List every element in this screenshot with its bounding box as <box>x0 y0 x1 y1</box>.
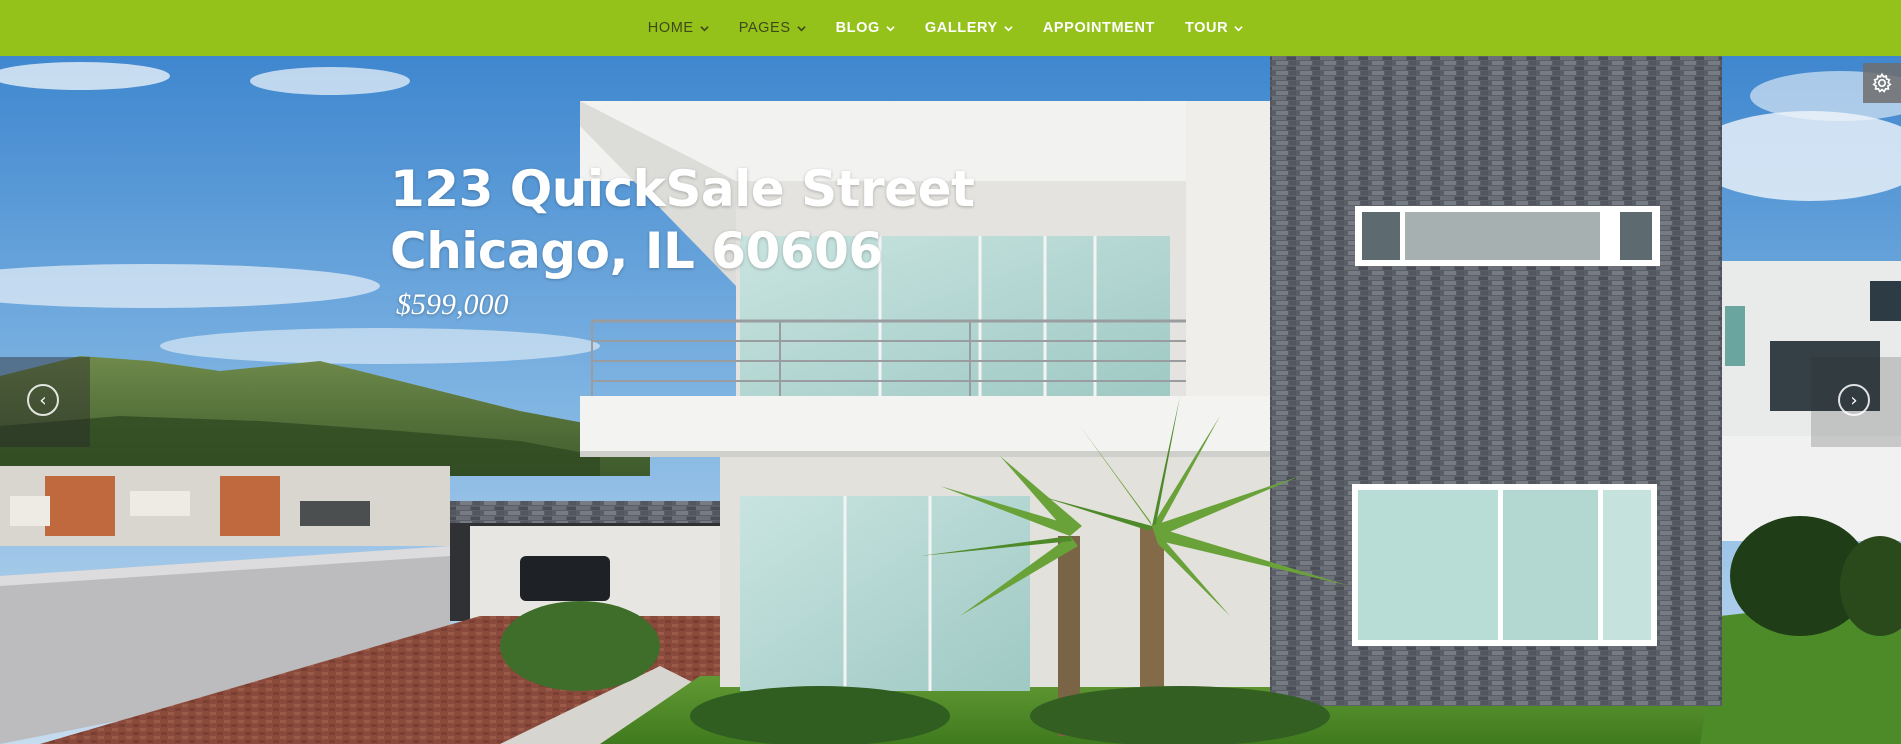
gear-icon <box>1872 72 1892 93</box>
property-price: $599,000 <box>396 288 509 321</box>
nav-item-gallery[interactable]: GALLERY <box>910 0 1028 56</box>
nav-item-pages[interactable]: PAGES <box>724 0 821 56</box>
nav-item-label: PAGES <box>738 20 791 36</box>
nav-item-label: GALLERY <box>924 20 998 36</box>
property-address: 123 QuickSale Street Chicago, IL 60606 <box>390 158 975 282</box>
nav-item-label: HOME <box>647 20 694 36</box>
top-navigation-bar: HOME PAGES BLOG GALLERY APPOINTMENT TOUR <box>0 0 1901 56</box>
nav-item-home[interactable]: HOME <box>633 0 724 56</box>
slider-prev-button[interactable]: ‹ <box>0 357 90 447</box>
slider-next-button[interactable]: › <box>1811 357 1901 447</box>
address-line-2: Chicago, IL 60606 <box>390 222 883 280</box>
chevron-down-icon <box>1004 24 1013 33</box>
chevron-down-icon <box>1234 24 1243 33</box>
chevron-left-icon: ‹ <box>27 384 59 416</box>
chevron-down-icon <box>886 24 895 33</box>
settings-button[interactable] <box>1863 63 1901 103</box>
nav-item-tour[interactable]: TOUR <box>1170 0 1258 56</box>
nav-item-label: TOUR <box>1184 20 1229 36</box>
nav-item-appointment[interactable]: APPOINTMENT <box>1028 0 1170 56</box>
nav-item-label: APPOINTMENT <box>1042 20 1155 36</box>
address-line-1: 123 QuickSale Street <box>390 160 975 218</box>
hero-slider: 123 QuickSale Street Chicago, IL 60606 $… <box>0 56 1901 744</box>
nav-menu: HOME PAGES BLOG GALLERY APPOINTMENT TOUR <box>633 0 1258 56</box>
nav-item-label: BLOG <box>835 20 880 36</box>
chevron-down-icon <box>700 24 709 33</box>
chevron-down-icon <box>796 24 806 33</box>
chevron-right-icon: › <box>1838 384 1870 416</box>
nav-item-blog[interactable]: BLOG <box>821 0 910 56</box>
